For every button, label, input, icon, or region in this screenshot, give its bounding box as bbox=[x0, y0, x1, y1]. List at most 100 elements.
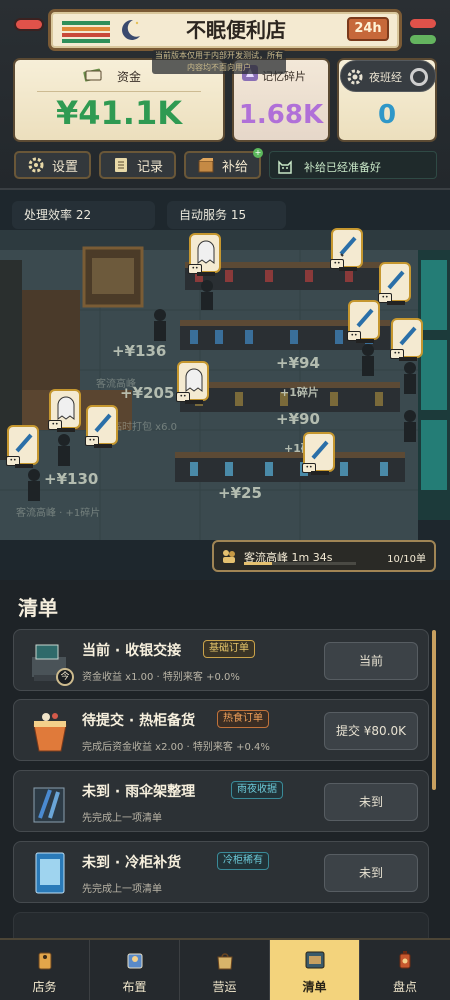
submit-button[interactable]: 提交 ¥80.0K bbox=[324, 712, 418, 750]
gear-icon bbox=[347, 69, 363, 85]
shard-float: +1碎片 bbox=[280, 386, 319, 399]
ghost-text: 客流高峰 · +1碎片 bbox=[16, 508, 101, 519]
customer-bubble-umbrella[interactable]: •• bbox=[302, 432, 335, 475]
umbrella-icon bbox=[94, 413, 112, 433]
list-scrollbar[interactable] bbox=[432, 630, 436, 790]
income-float: +¥25 bbox=[218, 484, 262, 502]
income-float: +¥130 bbox=[44, 470, 99, 488]
locked-button[interactable]: 未到 bbox=[324, 783, 418, 821]
ghost-text: 客流高峰 bbox=[96, 379, 136, 390]
nav-item-layout[interactable]: 布置 bbox=[90, 940, 180, 1000]
supply-button[interactable]: 补给 + bbox=[184, 148, 263, 179]
checklist-icon bbox=[305, 951, 325, 969]
umbrella-icon bbox=[399, 326, 417, 346]
crowd-icon bbox=[223, 550, 235, 563]
nav-label: 盘点 bbox=[392, 980, 417, 994]
cat-icon bbox=[278, 160, 292, 174]
ghost-icon bbox=[197, 240, 215, 264]
store-title: 不眠便利店 bbox=[186, 18, 286, 42]
nav-label: 清单 bbox=[302, 980, 327, 994]
customer-bubble-ghost[interactable]: •• bbox=[48, 389, 81, 432]
income-float: +¥94 bbox=[276, 354, 320, 372]
lantern-icon bbox=[399, 951, 411, 969]
nav-item-inventory[interactable]: 盘点 bbox=[360, 940, 450, 1000]
hours-badge: 24h bbox=[347, 17, 389, 41]
nav-label: 营运 bbox=[212, 980, 237, 994]
list-item-desc: 先完成上一项清单 bbox=[82, 884, 162, 895]
order-type-badge: 冷柜稀有 bbox=[217, 852, 269, 870]
bag-icon bbox=[217, 953, 233, 970]
income-float: +¥136 bbox=[112, 342, 167, 360]
list-item[interactable]: 今 当前 · 收银交接 基础订单 资金收益 x1.00 · 特别来客 +0.0%… bbox=[13, 629, 429, 691]
ghost-icon bbox=[57, 396, 75, 420]
nav-label: 店务 bbox=[32, 980, 57, 994]
right-pill-green[interactable] bbox=[410, 35, 436, 44]
list-item-name: 当前 · 收银交接 bbox=[82, 643, 182, 659]
list-item[interactable]: 未到 · 冷柜补货 冷柜稀有 先完成上一项清单 未到 bbox=[13, 841, 429, 903]
settings-button[interactable]: 设置 bbox=[14, 151, 91, 179]
list-item-desc: 先完成上一项清单 bbox=[82, 813, 162, 824]
nav-label: 布置 bbox=[122, 980, 147, 994]
fridge-icon bbox=[35, 852, 65, 894]
store-sign: 不眠便利店 24h bbox=[48, 9, 402, 51]
rush-progress-bar bbox=[244, 562, 356, 565]
rush-order-count: 10/10单 bbox=[387, 554, 426, 565]
moon-icon bbox=[122, 19, 140, 40]
crate-icon bbox=[198, 158, 214, 173]
top-panel: 不眠便利店 24h 资金 ¥41.1K 1.68K 记忆碎片 0 夜班经 当前版… bbox=[0, 0, 450, 190]
store-floor-scene bbox=[0, 190, 450, 580]
locked-button[interactable]: 未到 bbox=[324, 854, 418, 892]
customer-bubble-ghost[interactable]: •• bbox=[188, 233, 221, 276]
right-pill-red[interactable] bbox=[410, 19, 436, 28]
store-scene[interactable]: 处理效率 22 自动服务 15 +¥136 +¥205 +¥94 +1碎片 +¥… bbox=[0, 190, 450, 580]
list-item[interactable]: 待提交 · 热柜备货 热食订单 完成后资金收益 x2.00 · 特别来客 +0.… bbox=[13, 699, 429, 761]
left-menu-pill[interactable] bbox=[16, 20, 42, 29]
customer-bubble-umbrella[interactable]: •• bbox=[378, 262, 411, 305]
customer-bubble-umbrella[interactable]: •• bbox=[330, 228, 363, 271]
badge-icon bbox=[127, 953, 143, 969]
night-value: 0 bbox=[377, 100, 397, 130]
bottom-nav: 店务 布置 营运 清单 盘点 bbox=[0, 938, 450, 1000]
nav-item-store[interactable]: 店务 bbox=[0, 940, 90, 1000]
dev-notice: 当前版本仅用于内部开发测试，所有内容均不面向用户 bbox=[152, 50, 286, 74]
umbrella-icon bbox=[15, 433, 33, 453]
ghost-icon bbox=[185, 368, 203, 392]
order-type-badge: 基础订单 bbox=[203, 640, 255, 658]
money-value: ¥41.1K bbox=[55, 94, 182, 132]
umbrella-icon bbox=[387, 270, 405, 290]
customer-bubble-umbrella[interactable]: •• bbox=[347, 300, 380, 343]
umbrella-rack-icon bbox=[33, 787, 65, 823]
list-item-name: 未到 · 雨伞架整理 bbox=[82, 784, 196, 800]
records-label: 记录 bbox=[136, 159, 163, 175]
umbrella-icon bbox=[339, 236, 357, 257]
list-item-desc: 资金收益 x1.00 · 特别来客 +0.0% bbox=[82, 672, 240, 683]
night-shift-toggle[interactable]: 夜班经 bbox=[340, 60, 436, 92]
customer-bubble-umbrella[interactable]: •• bbox=[390, 318, 423, 361]
list-item-name: 未到 · 冷柜补货 bbox=[82, 855, 182, 871]
records-button[interactable]: 记录 bbox=[99, 151, 176, 179]
restock-status: 补给已经准备好 bbox=[269, 151, 437, 179]
list-item-desc: 完成后资金收益 x2.00 · 特别来客 +0.4% bbox=[82, 742, 270, 753]
list-item-name: 待提交 · 热柜备货 bbox=[82, 713, 196, 729]
income-float: +¥90 bbox=[276, 410, 320, 428]
current-button[interactable]: 当前 bbox=[324, 642, 418, 680]
checklist-title: 清单 bbox=[18, 596, 58, 620]
auto-service-chip: 自动服务 15 bbox=[167, 201, 286, 229]
ghost-text: 临时打包 x6.0 bbox=[112, 422, 177, 433]
store-tag-icon bbox=[38, 952, 52, 970]
customer-bubble-ghost[interactable]: •• bbox=[176, 361, 209, 404]
night-label: 夜班经 bbox=[369, 71, 402, 84]
flag-stripes-icon bbox=[62, 21, 110, 43]
shard-value: 1.68K bbox=[238, 100, 324, 130]
notebook-icon bbox=[114, 158, 127, 172]
toggle-knob bbox=[410, 68, 428, 86]
nav-item-checklist[interactable]: 清单 bbox=[270, 940, 360, 1000]
umbrella-icon bbox=[356, 308, 374, 328]
supply-label: 补给 bbox=[221, 159, 248, 175]
customer-bubble-umbrella[interactable]: •• bbox=[85, 405, 118, 448]
customer-bubble-umbrella[interactable]: •• bbox=[6, 425, 39, 468]
supply-notification-dot: + bbox=[253, 148, 263, 158]
nav-item-operations[interactable]: 营运 bbox=[180, 940, 270, 1000]
list-item[interactable]: 未到 · 雨伞架整理 雨夜收据 先完成上一项清单 未到 bbox=[13, 770, 429, 832]
order-type-badge: 雨夜收据 bbox=[231, 781, 283, 799]
